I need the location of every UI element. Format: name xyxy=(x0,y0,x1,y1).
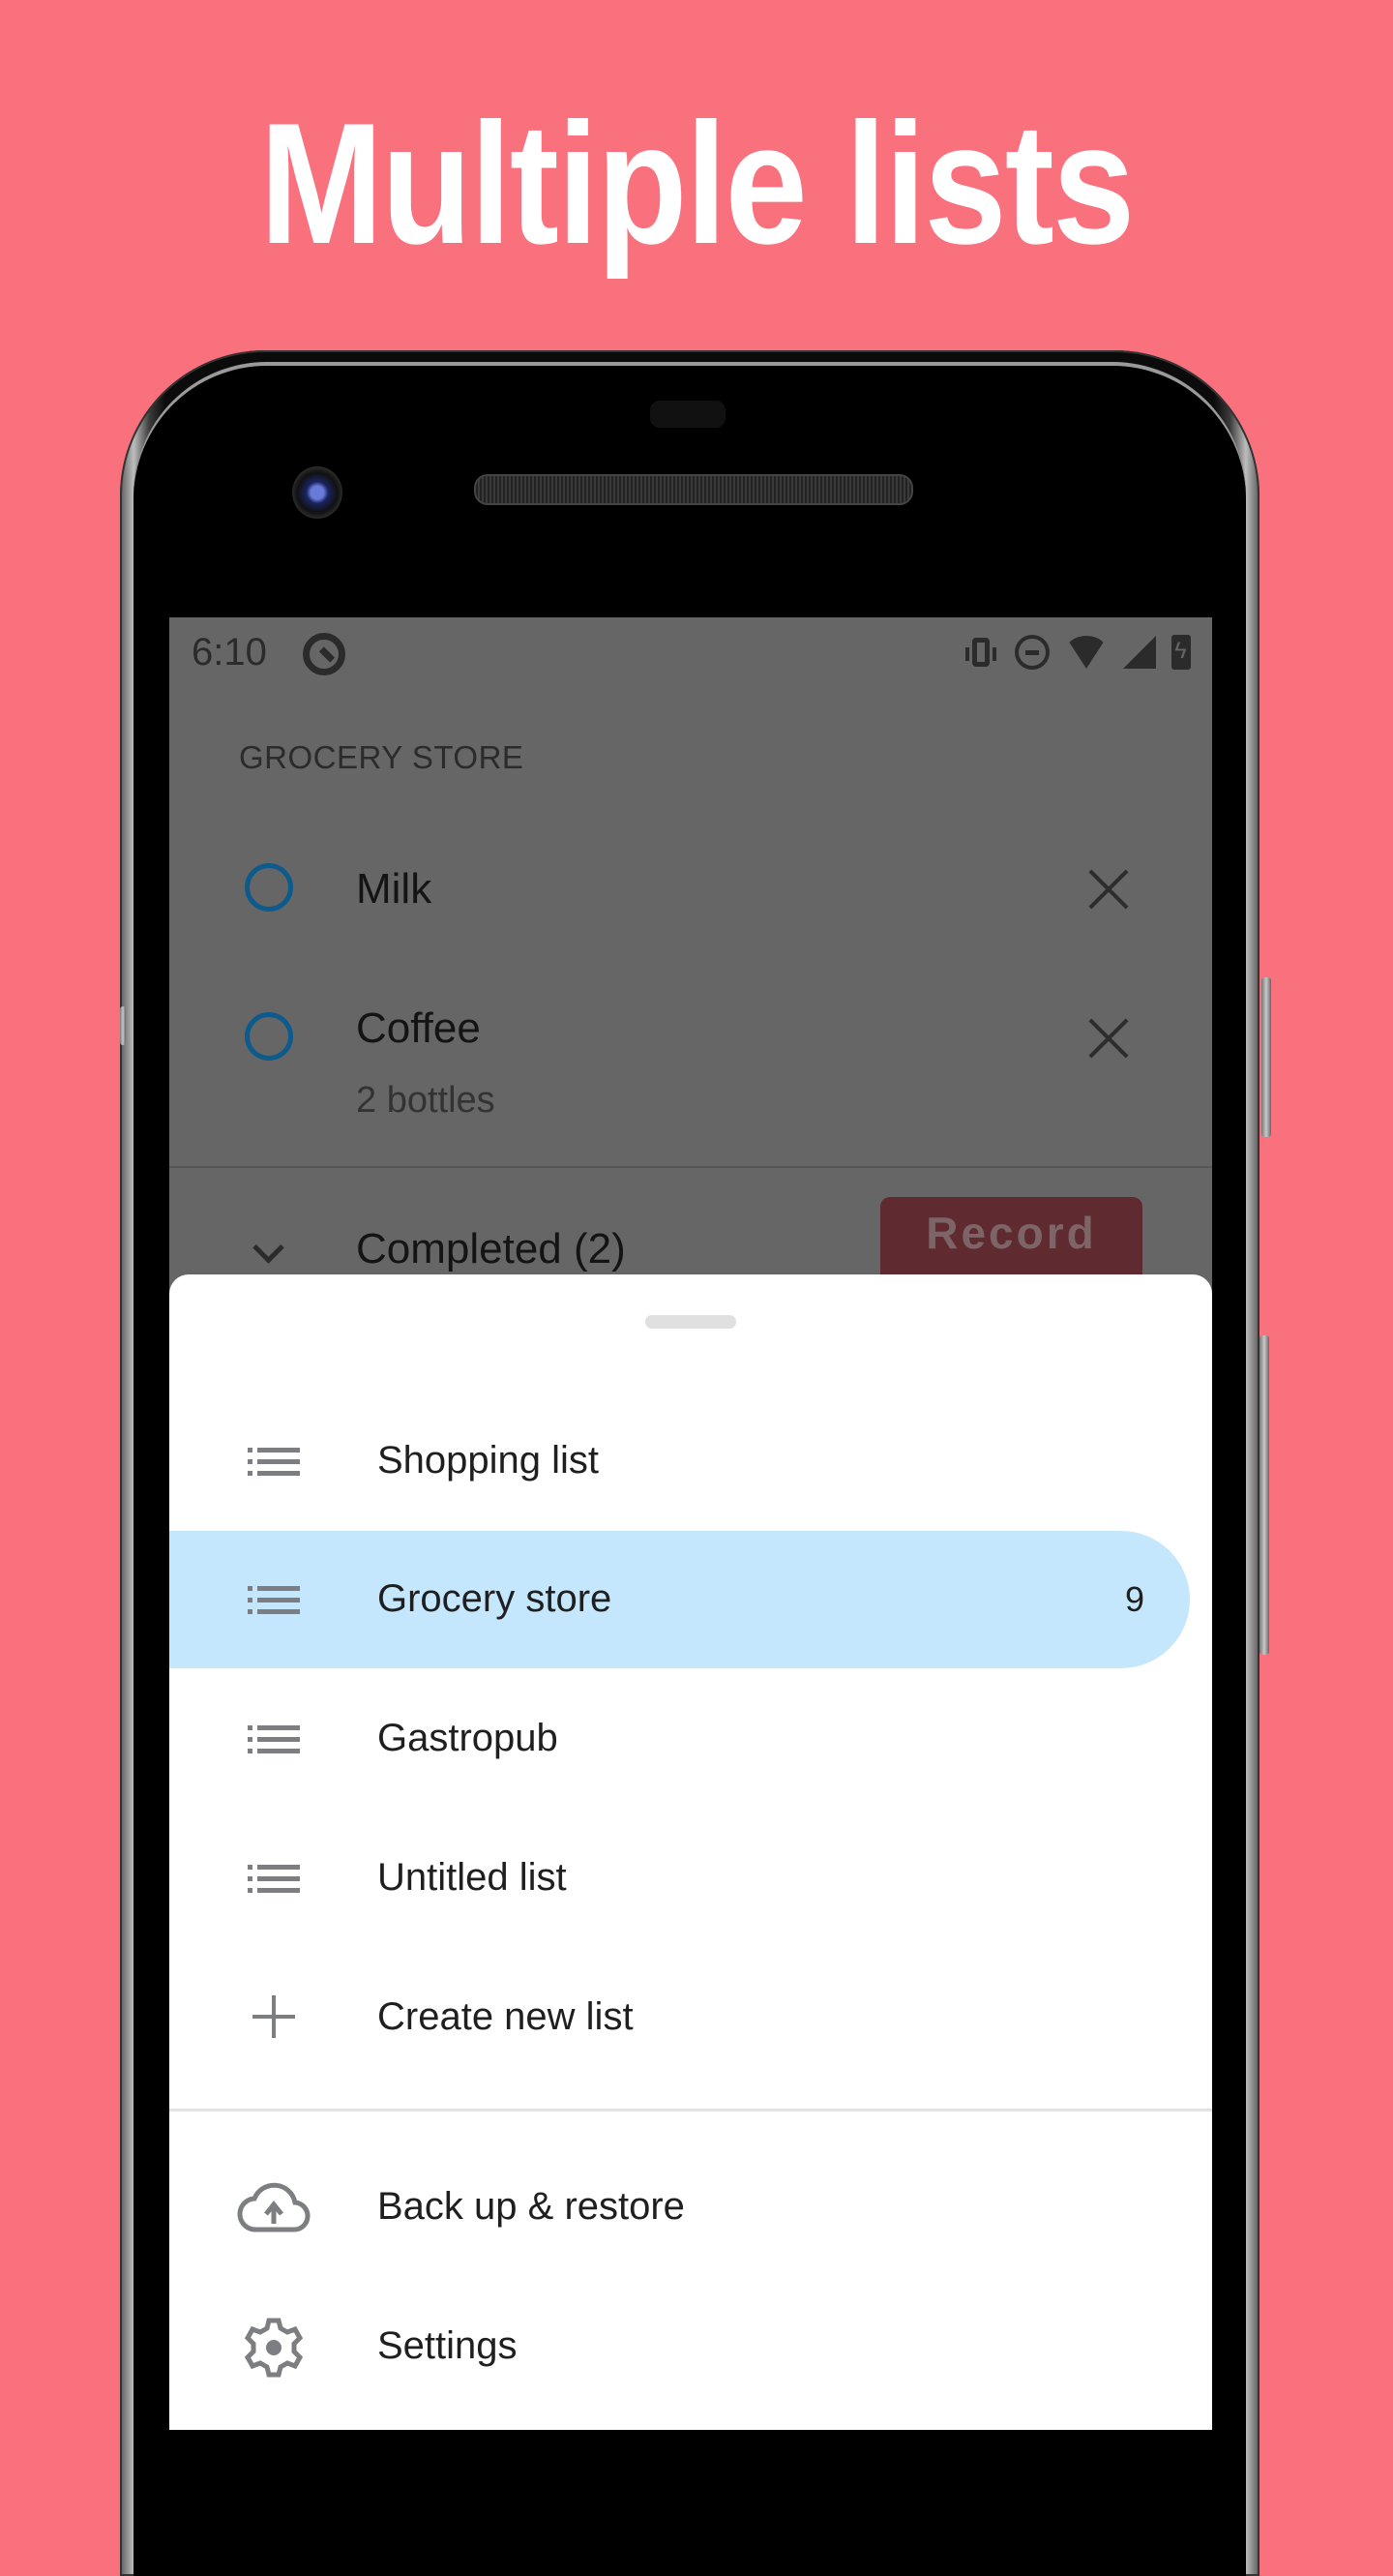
q-logo-icon xyxy=(303,633,345,675)
sheet-item-label: Shopping list xyxy=(377,1439,600,1482)
sheet-item-label: Grocery store xyxy=(377,1577,612,1620)
chevron-down-icon[interactable] xyxy=(252,1232,284,1264)
sheet-item-label: Untitled list xyxy=(377,1856,567,1899)
do-not-disturb-icon xyxy=(1015,635,1050,670)
settings-label: Settings xyxy=(377,2324,518,2367)
sheet-item-grocery-store[interactable]: Grocery store 9 xyxy=(169,1531,1190,1668)
create-new-list-button[interactable]: Create new list xyxy=(169,1949,1190,2086)
front-camera xyxy=(292,466,342,519)
item-name: Milk xyxy=(356,865,432,913)
create-new-list-label: Create new list xyxy=(377,1995,634,2038)
left-side-button xyxy=(120,1006,126,1045)
volume-button xyxy=(1260,1335,1269,1655)
earpiece-speaker xyxy=(474,474,913,505)
checkbox-icon[interactable] xyxy=(245,863,293,912)
completed-toggle[interactable]: Completed (2) xyxy=(356,1225,626,1273)
item-name: Coffee xyxy=(356,1004,481,1052)
sheet-item-gastropub[interactable]: Gastropub xyxy=(169,1670,1190,1808)
list-icon xyxy=(248,1448,300,1477)
list-icon xyxy=(248,1586,300,1615)
list-icon xyxy=(248,1865,300,1894)
headline: Multiple lists xyxy=(259,87,1136,280)
list-icon xyxy=(248,1725,300,1754)
gear-icon xyxy=(244,2318,304,2378)
status-bar: 6:10 xyxy=(169,617,1212,695)
status-time: 6:10 xyxy=(192,631,267,674)
list-item[interactable]: Milk xyxy=(169,850,1212,927)
drag-handle[interactable] xyxy=(645,1315,736,1329)
settings-button[interactable]: Settings xyxy=(169,2278,1190,2415)
vibrate-icon xyxy=(965,638,996,667)
backup-restore-button[interactable]: Back up & restore xyxy=(169,2139,1190,2276)
battery-charging-icon xyxy=(1171,635,1191,670)
close-icon[interactable] xyxy=(1086,867,1131,912)
sheet-item-untitled-list[interactable]: Untitled list xyxy=(169,1810,1190,1947)
plus-icon xyxy=(252,1995,295,2038)
proximity-sensor xyxy=(650,401,726,428)
signal-icon xyxy=(1123,636,1156,669)
power-button xyxy=(1261,977,1271,1137)
backup-restore-label: Back up & restore xyxy=(377,2185,685,2228)
item-count-badge: 9 xyxy=(1125,1579,1145,1619)
divider xyxy=(169,2109,1212,2112)
close-icon[interactable] xyxy=(1086,1016,1131,1061)
sheet-item-shopping-list[interactable]: Shopping list xyxy=(169,1393,1190,1530)
wifi-icon xyxy=(1065,636,1108,669)
status-icons xyxy=(963,635,1191,670)
divider xyxy=(169,1166,1212,1168)
cloud-upload-icon xyxy=(237,2182,311,2232)
checkbox-icon[interactable] xyxy=(245,1012,293,1061)
list-item[interactable]: Coffee 2 bottles xyxy=(169,995,1212,1140)
lists-bottom-sheet: Shopping list Grocery store 9 Gastropub xyxy=(169,1274,1212,2430)
phone-screen: 6:10 GROCERY STORE Milk Coffee 2 bottles… xyxy=(169,617,1212,2430)
list-title: GROCERY STORE xyxy=(239,739,524,775)
item-note: 2 bottles xyxy=(356,1080,495,1121)
sheet-item-label: Gastropub xyxy=(377,1717,558,1759)
